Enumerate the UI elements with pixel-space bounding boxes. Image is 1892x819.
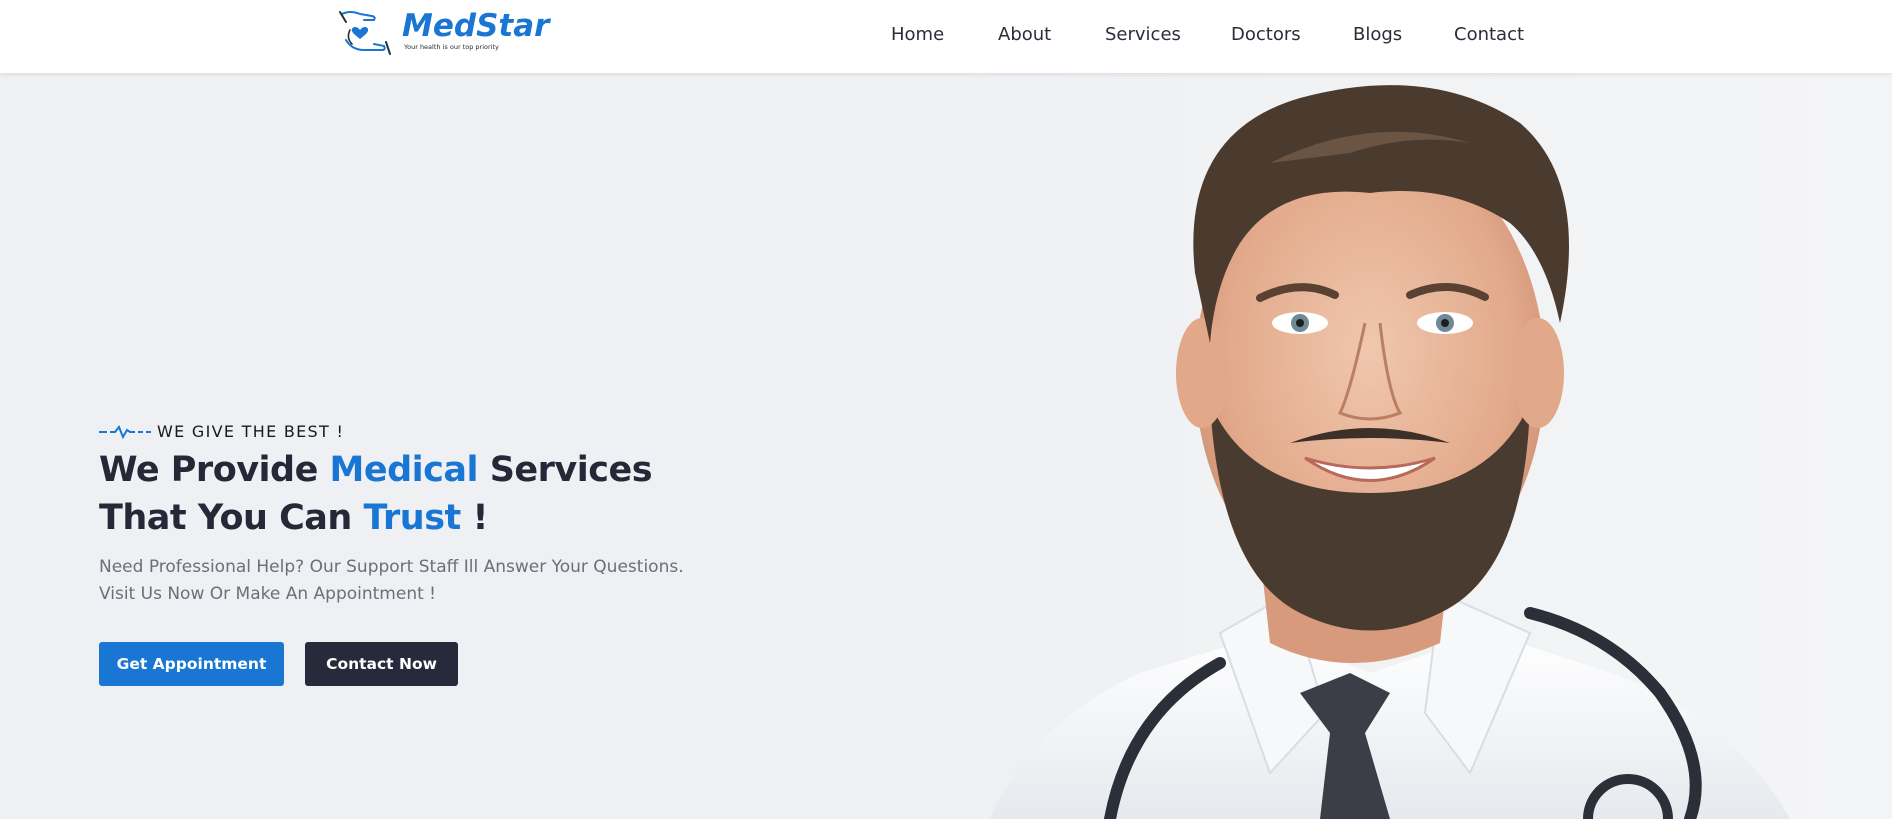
description-line: Need Professional Help? Our Support Staf… bbox=[99, 557, 684, 577]
hero-description: Need Professional Help? Our Support Staf… bbox=[99, 554, 739, 608]
nav-services[interactable]: Services bbox=[1105, 24, 1181, 45]
hero-headline: We Provide Medical Services That You Can… bbox=[99, 446, 653, 542]
headline-text: We Provide bbox=[99, 450, 330, 490]
eyebrow-text: WE GIVE THE BEST ! bbox=[157, 422, 345, 441]
headline-accent: Medical bbox=[329, 450, 479, 490]
nav-home[interactable]: Home bbox=[891, 24, 944, 45]
nav-about[interactable]: About bbox=[998, 24, 1051, 45]
headline-accent: Trust bbox=[363, 498, 462, 538]
nav-contact[interactable]: Contact bbox=[1454, 24, 1524, 45]
site-header: MedStar Your health is our top priority … bbox=[0, 0, 1892, 73]
nav-blogs[interactable]: Blogs bbox=[1353, 24, 1402, 45]
headline-text: That You Can bbox=[99, 498, 364, 538]
heartbeat-pulse-icon bbox=[99, 424, 151, 439]
brand-tagline: Your health is our top priority bbox=[404, 43, 499, 51]
contact-now-button[interactable]: Contact Now bbox=[305, 642, 458, 686]
get-appointment-button[interactable]: Get Appointment bbox=[99, 642, 284, 686]
description-line: Visit Us Now Or Make An Appointment ! bbox=[99, 584, 436, 604]
hero-eyebrow: WE GIVE THE BEST ! bbox=[99, 422, 344, 441]
headline-text: Services bbox=[478, 450, 653, 490]
brand-logo[interactable]: MedStar Your health is our top priority bbox=[338, 8, 549, 58]
hero-section: WE GIVE THE BEST ! We Provide Medical Se… bbox=[0, 73, 1892, 819]
brand-name: MedStar bbox=[402, 8, 550, 44]
nav-doctors[interactable]: Doctors bbox=[1231, 24, 1301, 45]
doctor-portrait-image bbox=[970, 73, 1892, 819]
caring-hands-heart-icon bbox=[339, 11, 391, 55]
headline-text: ! bbox=[460, 498, 488, 538]
